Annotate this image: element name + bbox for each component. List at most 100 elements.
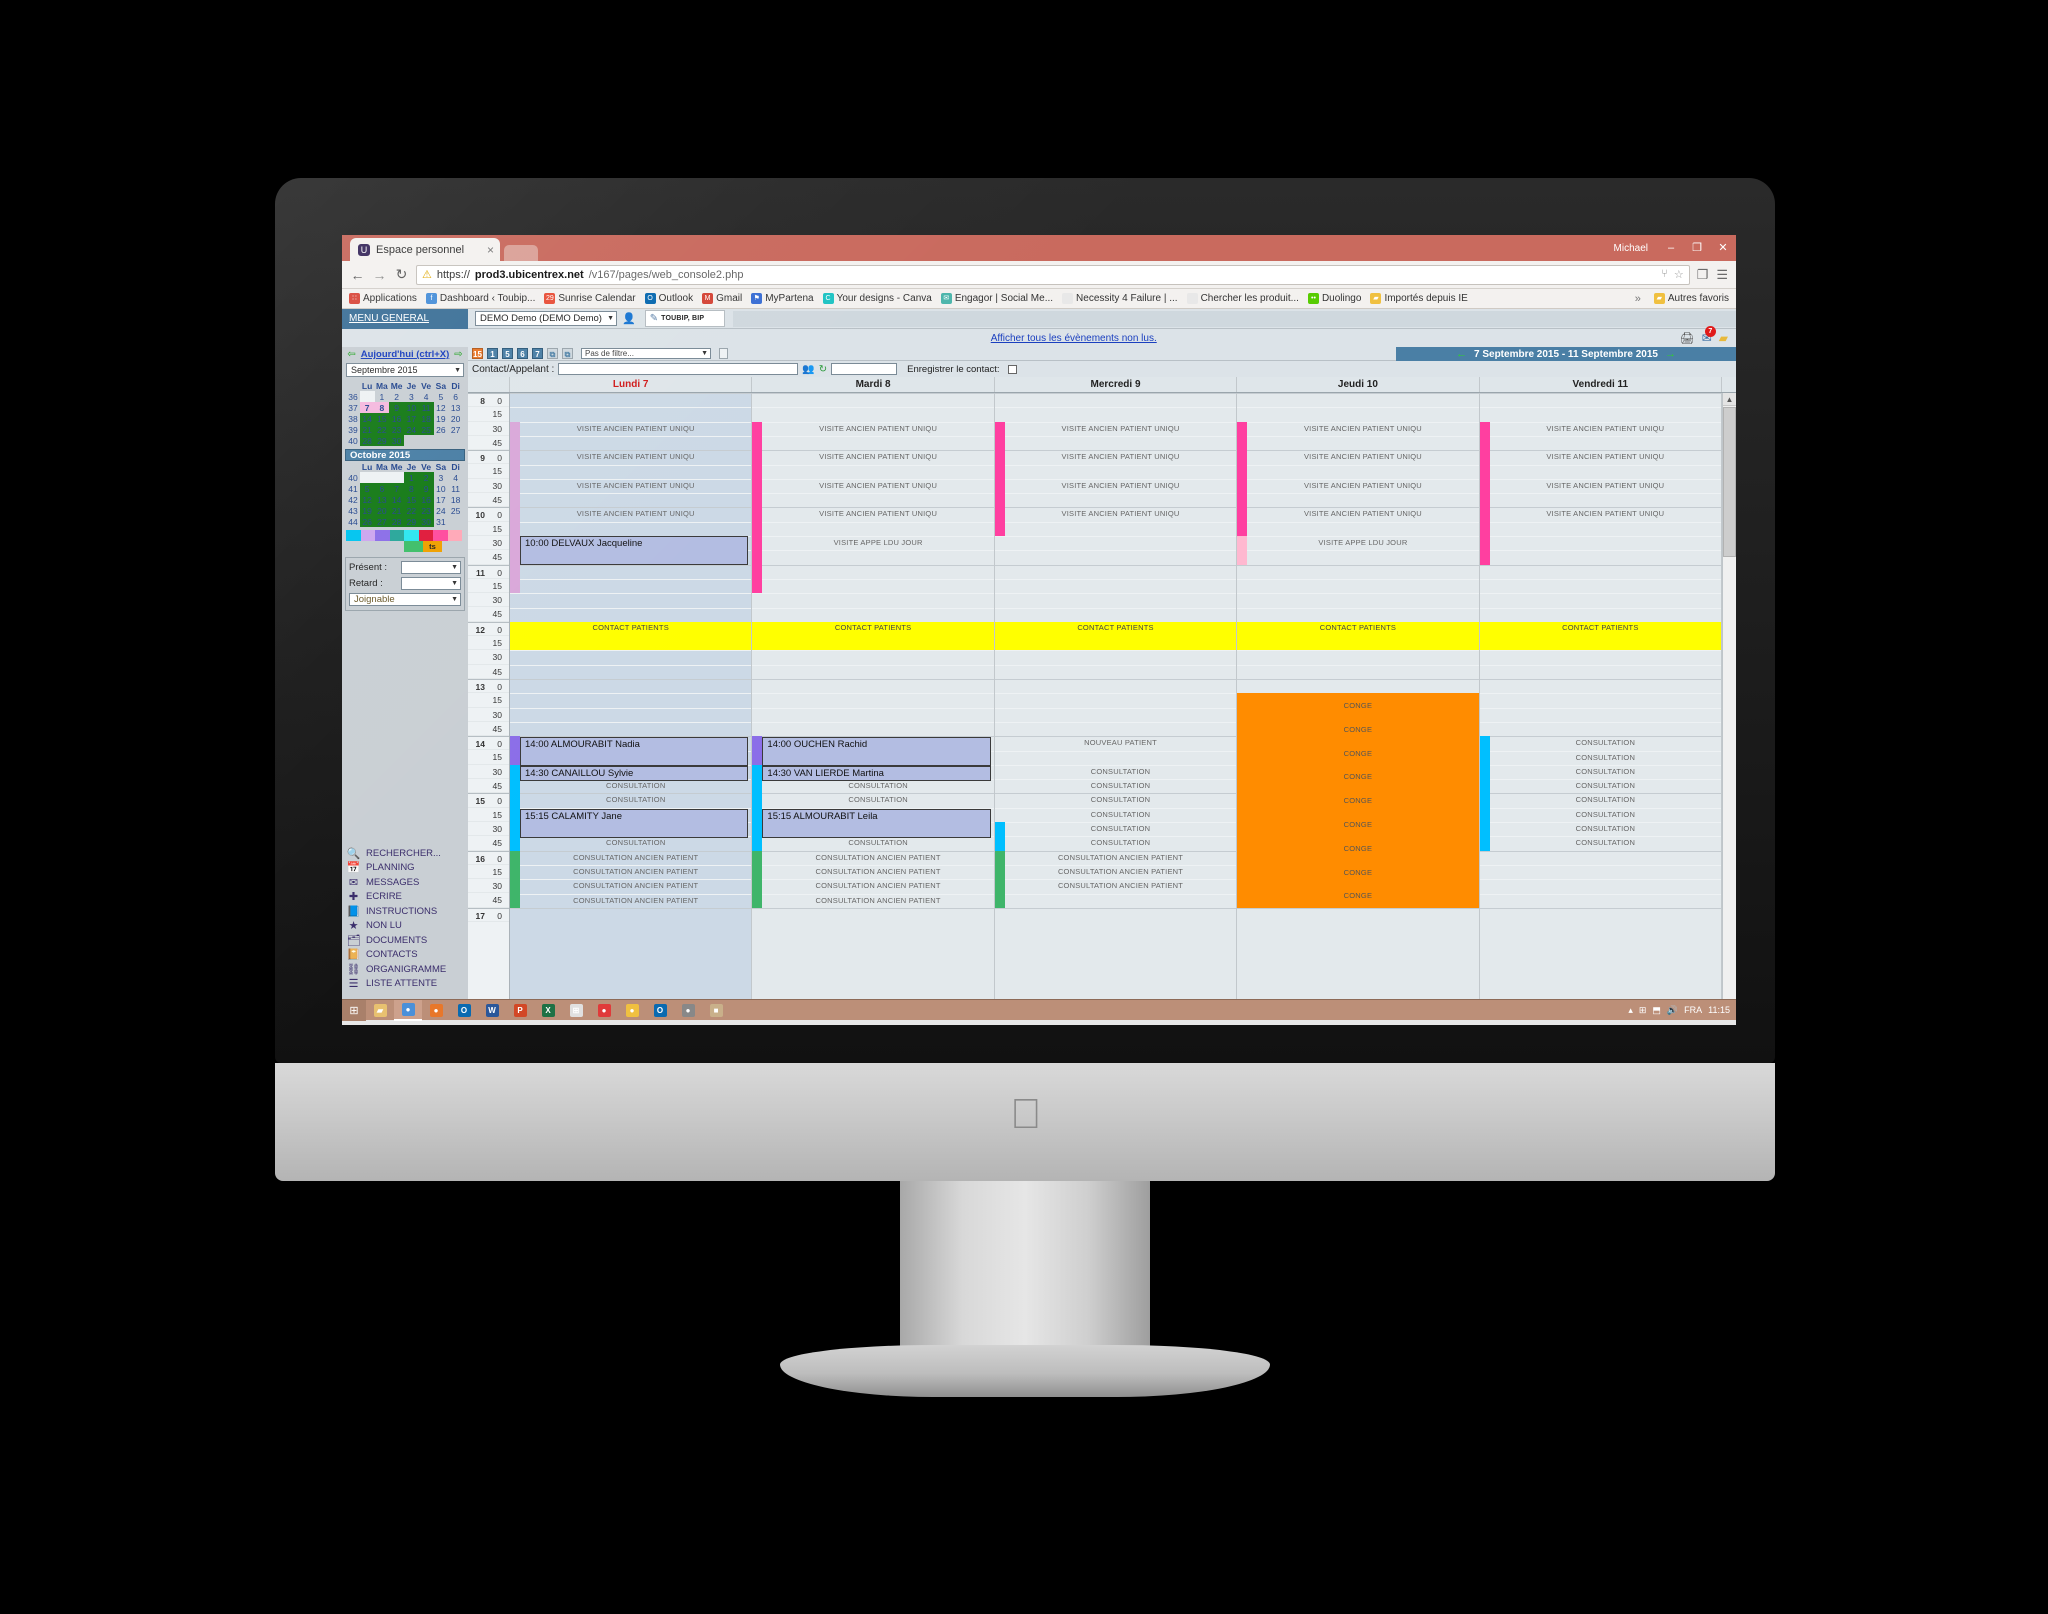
taskbar-yellow-app[interactable]: ● <box>618 1000 646 1021</box>
slot-label[interactable]: VISITE ANCIEN PATIENT UNIQU <box>762 422 993 436</box>
slot-label[interactable]: CONSULTATION <box>1490 765 1721 779</box>
calendar-day[interactable] <box>389 472 404 483</box>
day-header-mercredi[interactable]: Mercredi 9 <box>995 377 1238 392</box>
calendar-day[interactable]: 10 <box>404 402 419 413</box>
prev-week-icon[interactable]: ← <box>1456 348 1467 360</box>
calendar-day[interactable]: 14 <box>389 494 404 505</box>
color-swatch[interactable]: ts <box>423 541 442 552</box>
calendar-day[interactable]: 4 <box>448 472 463 483</box>
bookmark-item[interactable]: O Outlook <box>644 293 693 304</box>
calendar-day[interactable]: 16 <box>389 413 404 424</box>
vertical-scrollbar[interactable]: ▲ <box>1722 393 1736 999</box>
slot-label[interactable]: VISITE ANCIEN PATIENT UNIQU <box>520 422 751 436</box>
taskbar-app-grid[interactable]: ⊞ <box>562 1000 590 1021</box>
slot-label[interactable]: VISITE ANCIEN PATIENT UNIQU <box>1005 507 1236 521</box>
day-column[interactable]: VISITE ANCIEN PATIENT UNIQU VISITE ANCIEN… <box>1237 393 1480 999</box>
calendar-day[interactable]: 31 <box>434 516 449 527</box>
appointment-block[interactable]: 15:15 ALMOURABIT Leila <box>762 809 991 838</box>
document-icon[interactable] <box>719 348 728 359</box>
taskbar-excel[interactable]: X <box>534 1000 562 1021</box>
calendar-day[interactable]: 13 <box>374 494 390 505</box>
slot-label[interactable]: CONSULTATION <box>520 836 751 850</box>
refresh-icon[interactable]: ↻ <box>819 364 827 375</box>
calendar-day[interactable]: 1 <box>375 391 390 402</box>
calendar-day[interactable]: 14 <box>359 413 375 424</box>
month-select[interactable]: Septembre 2015 ▼ <box>346 363 464 377</box>
slot-label[interactable]: VISITE ANCIEN PATIENT UNIQU <box>520 507 751 521</box>
present-select[interactable]: ▼ <box>401 561 461 574</box>
calendar-day[interactable]: 5 <box>359 483 375 494</box>
slot-label[interactable]: VISITE ANCIEN PATIENT UNIQU <box>762 507 993 521</box>
calendar-day[interactable]: 15 <box>374 413 390 424</box>
calendar-day[interactable]: 18 <box>418 413 434 424</box>
contact-patients-band[interactable]: CONTACT PATIENTS <box>752 621 994 651</box>
calendar-day[interactable]: 12 <box>434 402 449 413</box>
next-week-icon[interactable]: → <box>1665 348 1676 360</box>
calendar-day[interactable]: 24 <box>434 505 449 516</box>
address-bar[interactable]: ⚠ https:// prod3.ubicentrex.net/v167/page… <box>416 264 1690 285</box>
calendar-day[interactable]: 2 <box>418 472 434 483</box>
calendar-day[interactable] <box>359 391 375 402</box>
color-swatch[interactable] <box>360 530 375 541</box>
tray-clock[interactable]: 11:15 <box>1708 1005 1730 1015</box>
tray-grid-icon[interactable]: ⊞ <box>1639 1005 1647 1016</box>
view-6-days-button[interactable]: 6 <box>517 348 528 359</box>
bookmark-item[interactable]: ∷ Applications <box>349 293 417 304</box>
slot-label[interactable]: VISITE APPE LDU JOUR <box>762 536 993 550</box>
slot-label[interactable]: CONSULTATION ANCIEN PATIENT <box>1005 851 1236 865</box>
slot-label[interactable]: CONSULTATION ANCIEN PATIENT <box>762 879 993 893</box>
sidebar-item-liste-attente[interactable]: ☰ LISTE ATTENTE <box>347 977 468 992</box>
person-icon[interactable]: 👤 <box>622 312 636 325</box>
appointment-block[interactable]: 14:00 ALMOURABIT Nadia <box>520 737 749 766</box>
calendar-day[interactable]: 23 <box>418 505 434 516</box>
slot-label[interactable]: NOUVEAU PATIENT <box>1005 736 1236 750</box>
slot-label[interactable]: CONSULTATION <box>520 779 751 793</box>
slot-label[interactable]: CONSULTATION ANCIEN PATIENT <box>520 851 751 865</box>
forward-icon[interactable]: → <box>372 267 387 283</box>
calendar-day[interactable] <box>374 472 390 483</box>
calendar-day[interactable]: 30 <box>418 516 434 527</box>
calendar-day[interactable]: 8 <box>374 402 390 413</box>
extension-icon[interactable]: ❐ <box>1697 267 1709 283</box>
calendar-day[interactable]: 24 <box>404 424 419 435</box>
reload-icon[interactable]: ↻ <box>394 266 409 283</box>
taskbar-word[interactable]: W <box>478 1000 506 1021</box>
contact-patients-band[interactable]: CONTACT PATIENTS <box>1237 621 1479 651</box>
color-swatch[interactable] <box>447 530 462 541</box>
joignable-select[interactable]: Joignable ▼ <box>349 593 461 606</box>
calendar-day[interactable]: 5 <box>434 391 449 402</box>
view-7-days-button[interactable]: 7 <box>532 348 543 359</box>
back-icon[interactable]: ← <box>350 267 365 283</box>
bookmark-item[interactable]: ▰ Importés depuis IE <box>1370 293 1468 304</box>
appointment-block[interactable]: 14:00 OUCHEN Rachid <box>762 737 991 766</box>
folder-icon[interactable]: ▰ <box>1719 331 1728 345</box>
calendar-day[interactable]: 20 <box>448 413 463 424</box>
slot-label[interactable]: VISITE ANCIEN PATIENT UNIQU <box>762 479 993 493</box>
bookmark-item[interactable]: M Gmail <box>702 293 742 304</box>
slot-label[interactable]: VISITE ANCIEN PATIENT UNIQU <box>520 450 751 464</box>
contacts-icon[interactable]: 👥 <box>802 364 814 375</box>
slot-label[interactable]: VISITE ANCIEN PATIENT UNIQU <box>762 450 993 464</box>
calendar-day[interactable]: 3 <box>404 391 419 402</box>
slot-label[interactable]: CONSULTATION <box>1490 822 1721 836</box>
toubip-bip-button[interactable]: ✎ TOUBIP, BIP <box>644 310 725 327</box>
slot-label[interactable]: CONSULTATION <box>1005 808 1236 822</box>
slot-label[interactable]: CONSULTATION <box>1490 751 1721 765</box>
appointment-block[interactable]: 14:30 CANAILLOU Sylvie <box>520 766 749 781</box>
day-column[interactable]: VISITE ANCIEN PATIENT UNIQU VISITE ANCIEN… <box>994 393 1238 999</box>
slot-label[interactable]: CONSULTATION ANCIEN PATIENT <box>520 879 751 893</box>
sidebar-item-planning[interactable]: 📅 PLANNING <box>347 861 468 876</box>
calendar-day[interactable]: 6 <box>448 391 463 402</box>
taskbar-red-app[interactable]: ● <box>590 1000 618 1021</box>
appointment-block[interactable]: 15:15 CALAMITY Jane <box>520 809 749 838</box>
calendar-day[interactable]: 2 <box>389 391 404 402</box>
slot-label[interactable]: CONSULTATION ANCIEN PATIENT <box>762 865 993 879</box>
browser-tab[interactable]: U Espace personnel × <box>350 238 500 261</box>
color-swatch[interactable] <box>404 530 419 541</box>
slot-label[interactable]: CONSULTATION <box>1005 765 1236 779</box>
slot-label[interactable]: VISITE ANCIEN PATIENT UNIQU <box>520 479 751 493</box>
contact-patients-band[interactable]: CONTACT PATIENTS <box>510 621 752 651</box>
calendar-day[interactable]: 3 <box>434 472 449 483</box>
calendar-day[interactable]: 9 <box>418 483 434 494</box>
conge-block[interactable]: CONGE CONGE CONGE CONGE CONGE CONGE CONGE CONGE… <box>1237 693 1479 908</box>
